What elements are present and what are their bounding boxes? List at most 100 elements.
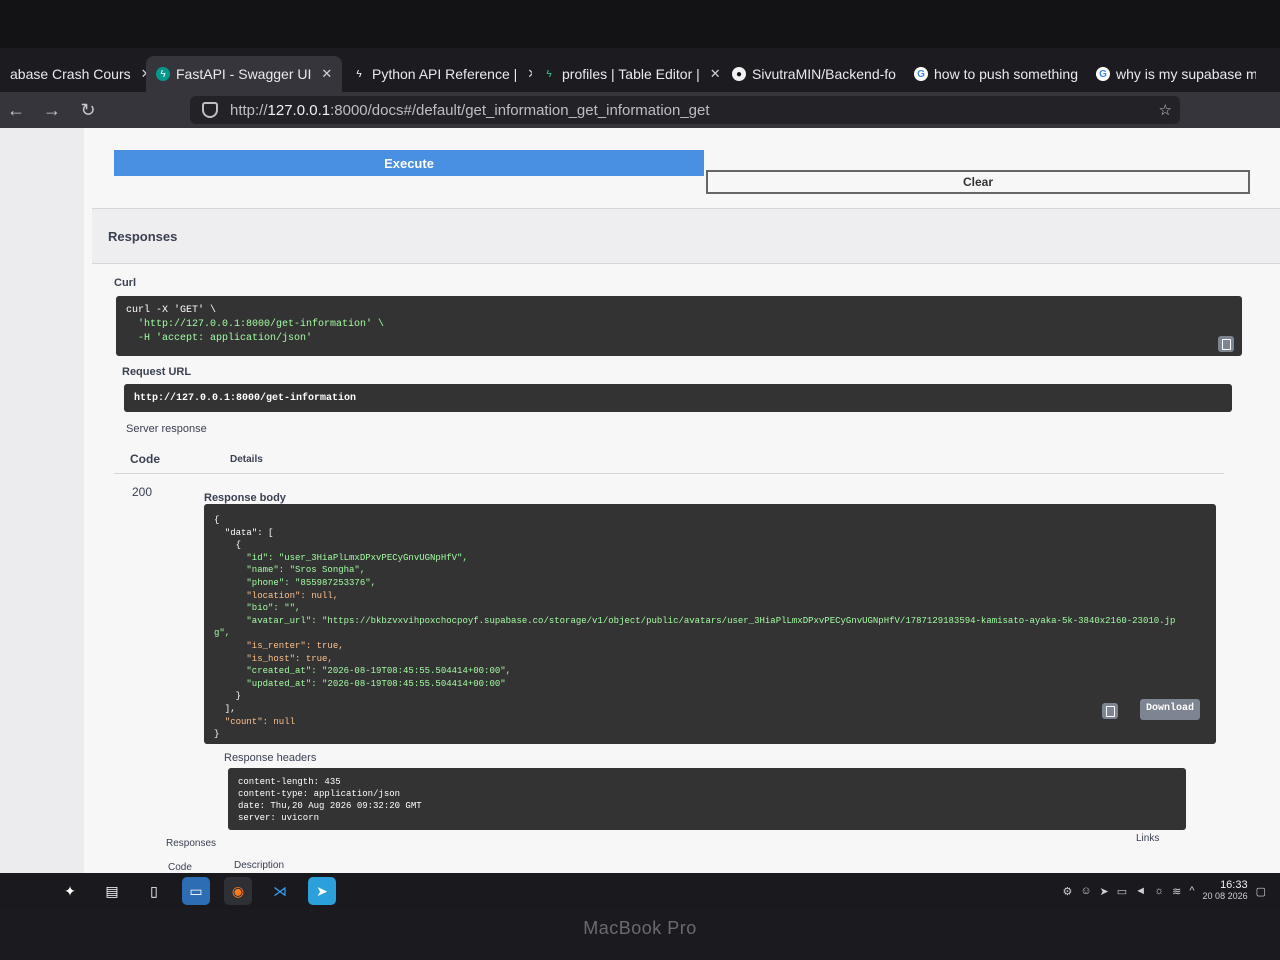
header-line: date: Thu,20 Aug 2026 09:32:20 GMT (238, 801, 422, 811)
body-line: "phone": "855987253376", (214, 577, 377, 588)
body-line: "id": "user_3HiaPlLmxDPxvPECyGnvUGNpHfV"… (214, 552, 468, 563)
tab-title: Python API Reference | (372, 66, 518, 82)
close-icon[interactable]: ✕ (321, 66, 332, 82)
clock-date: 20 08 2026 (1202, 891, 1248, 901)
copy-icon[interactable] (1102, 703, 1118, 719)
vscode-icon[interactable]: ⋊ (266, 877, 294, 905)
device-brand-label: MacBook Pro (583, 918, 697, 938)
code-column-header: Code (130, 452, 160, 466)
bottom-links-header: Links (1136, 833, 1160, 844)
body-line: "count": null (214, 716, 296, 727)
tab-fastapi-swagger[interactable]: ϟ FastAPI - Swagger UI ✕ (146, 56, 342, 92)
copy-icon[interactable] (1218, 336, 1234, 352)
details-column-header: Details (230, 454, 263, 465)
body-line: "is_renter": true, (214, 640, 344, 651)
settings-icon[interactable]: ⚙ (1062, 885, 1072, 898)
response-body-label: Response body (204, 492, 286, 504)
body-line: "updated_at": "2026-08-19T08:45:55.50441… (214, 678, 506, 689)
url-host: 127.0.0.1 (267, 101, 331, 119)
response-table-header: Code Details (114, 446, 1224, 474)
tab-title: FastAPI - Swagger UI (176, 66, 312, 82)
google-icon: G (1096, 67, 1110, 81)
tab-profiles-table-editor[interactable]: ϟ profiles | Table Editor | ✕ (532, 56, 722, 92)
header-line: content-length: 435 (238, 777, 341, 787)
tab-google-why-supabase[interactable]: G why is my supabase m ✕ (1086, 56, 1256, 92)
task-view-icon[interactable]: ▤ (98, 877, 126, 905)
reload-icon[interactable]: ↻ (72, 100, 104, 121)
body-line: g", (214, 628, 231, 639)
supabase-icon: ϟ (356, 68, 362, 80)
clear-button[interactable]: Clear (706, 170, 1250, 194)
body-line: } (214, 691, 242, 702)
url-path: :8000/docs#/default/get_information_get_… (330, 101, 710, 119)
curl-line-1: curl -X 'GET' \ (126, 305, 217, 316)
firefox-icon[interactable]: ◉ (224, 877, 252, 905)
clock[interactable]: 16:33 20 08 2026 (1203, 880, 1248, 902)
response-headers-block[interactable]: content-length: 435 content-type: applic… (228, 768, 1186, 830)
google-icon: G (914, 67, 928, 81)
bottom-responses-label: Responses (166, 838, 217, 849)
body-line: } (214, 729, 220, 740)
bottom-code-header: Code (168, 862, 192, 873)
curl-line-2: 'http://127.0.0.1:8000/get-information' … (126, 319, 385, 330)
page-content: Execute Clear Responses Curl curl -X 'GE… (0, 128, 1280, 873)
response-body-block[interactable]: { "data": [ { "id": "user_3HiaPlLmxDPxvP… (204, 504, 1216, 744)
body-line: "is_host": true, (214, 653, 333, 664)
laptop-screen: abase Crash Cours ✕ ϟ FastAPI - Swagger … (0, 0, 1280, 960)
github-icon: ● (732, 67, 746, 81)
chevron-up-icon[interactable]: ^ (1189, 885, 1194, 897)
request-url-label: Request URL (122, 366, 192, 378)
bookmark-star-icon[interactable]: ☆ (1159, 101, 1172, 119)
file-icon[interactable]: ▯ (140, 877, 168, 905)
start-menu-icon[interactable]: ✦ (56, 877, 84, 905)
tab-google-how-to-push[interactable]: G how to push something ✕ (904, 56, 1086, 92)
body-line: { (214, 515, 220, 525)
server-response-label: Server response (126, 423, 207, 435)
header-line: content-type: application/json (238, 789, 401, 799)
curl-line-3: -H 'accept: application/json' (126, 333, 313, 344)
swagger-operation-panel: Execute Clear Responses Curl curl -X 'GE… (84, 128, 1280, 873)
body-line: "bio": "", (214, 603, 301, 614)
close-icon[interactable]: ✕ (710, 66, 721, 82)
tab-strip: abase Crash Cours ✕ ϟ FastAPI - Swagger … (0, 48, 1280, 92)
file-manager-icon[interactable]: ▭ (182, 877, 210, 905)
telegram-tray-icon[interactable]: ➤ (1100, 885, 1109, 898)
tab-supabase-crash-course[interactable]: abase Crash Cours ✕ (0, 56, 146, 92)
url-prefix: http:// (230, 101, 268, 119)
user-icon[interactable]: ☺ (1080, 885, 1091, 897)
fastapi-icon: ϟ (156, 67, 170, 81)
status-code: 200 (132, 485, 153, 499)
wifi-icon[interactable]: ≋ (1172, 885, 1181, 898)
back-arrow-icon[interactable]: ← (0, 100, 32, 121)
response-headers-label: Response headers (224, 752, 317, 764)
responses-title: Responses (108, 229, 178, 244)
request-url-block[interactable]: http://127.0.0.1:8000/get-information (124, 384, 1232, 412)
body-line: "data": [ (214, 527, 274, 538)
tab-python-api-reference[interactable]: ϟ Python API Reference | ✕ (342, 56, 532, 92)
responses-header: Responses (92, 208, 1280, 264)
tab-title: abase Crash Cours (10, 66, 131, 82)
curl-code-block[interactable]: curl -X 'GET' \ 'http://127.0.0.1:8000/g… (116, 296, 1242, 356)
forward-arrow-icon[interactable]: → (36, 100, 68, 121)
header-line: server: uvicorn (238, 813, 320, 823)
notification-icon[interactable]: ▢ (1256, 885, 1266, 898)
body-line: "avatar_url": "https://bkbzvxvihpoxchocp… (214, 615, 1176, 626)
telegram-icon[interactable]: ➤ (308, 877, 336, 905)
download-button[interactable]: Download (1139, 699, 1200, 720)
tab-title: SivutraMIN/Backend-fo (752, 66, 896, 82)
volume-icon[interactable]: ◄ (1135, 885, 1146, 897)
shield-icon[interactable] (202, 102, 218, 118)
battery-icon[interactable]: ▭ (1117, 885, 1127, 898)
clock-time: 16:33 (1220, 879, 1248, 891)
tab-title: why is my supabase m (1116, 66, 1256, 82)
body-line: ], (214, 703, 236, 714)
brightness-icon[interactable]: ☼ (1154, 885, 1164, 897)
bottom-description-header: Description (234, 860, 285, 871)
system-tray: ⚙ ☺ ➤ ▭ ◄ ☼ ≋ ^ 16:33 20 08 2026 ▢ (1062, 873, 1266, 909)
curl-label: Curl (114, 277, 136, 289)
tab-github-backend[interactable]: ● SivutraMIN/Backend-fo ✕ (722, 56, 904, 92)
address-bar[interactable]: http:// 127.0.0.1 :8000/docs#/default/ge… (190, 96, 1180, 124)
execute-button[interactable]: Execute (114, 150, 704, 176)
body-line: "name": "Sros Songha", (214, 565, 366, 576)
supabase-icon: ϟ (546, 68, 552, 80)
